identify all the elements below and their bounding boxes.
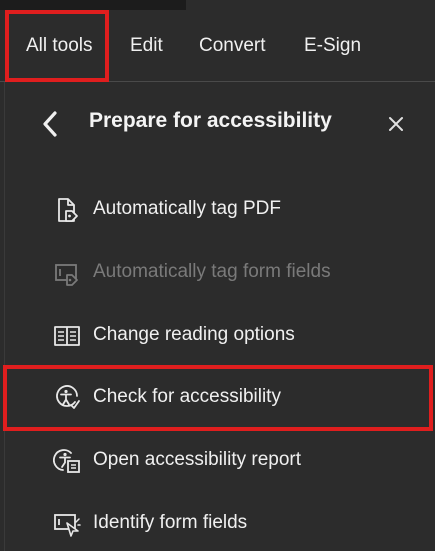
reading-options-icon	[54, 326, 80, 346]
all-tools-highlight-box	[5, 10, 109, 82]
tool-auto-tag-form-fields: Automatically tag form fields	[0, 246, 435, 300]
panel-title: Prepare for accessibility	[89, 109, 332, 132]
back-button[interactable]	[36, 108, 64, 140]
tool-label: Open accessibility report	[93, 449, 302, 470]
tool-label: Change reading options	[93, 324, 295, 345]
tool-label: Identify form fields	[93, 512, 248, 533]
tool-label: Automatically tag form fields	[93, 261, 331, 282]
tool-auto-tag-pdf[interactable]: Automatically tag PDF	[0, 183, 435, 237]
panel-header: Prepare for accessibility	[0, 82, 435, 166]
tab-esign[interactable]: E-Sign	[304, 10, 361, 82]
tool-label: Automatically tag PDF	[93, 198, 281, 219]
auto-tag-form-fields-icon	[55, 264, 78, 286]
close-icon	[389, 117, 403, 131]
top-strip	[0, 0, 186, 10]
tool-change-reading-options[interactable]: Change reading options	[0, 309, 435, 363]
check-accessibility-highlight-box	[3, 365, 433, 431]
accessibility-report-icon	[53, 449, 80, 473]
chevron-left-icon	[43, 111, 57, 137]
tool-open-accessibility-report[interactable]: Open accessibility report	[0, 434, 435, 488]
tab-edit[interactable]: Edit	[130, 10, 163, 82]
close-button[interactable]	[384, 112, 408, 136]
identify-form-fields-icon	[54, 514, 81, 537]
tool-identify-form-fields[interactable]: Identify form fields	[0, 497, 435, 551]
auto-tag-pdf-icon	[58, 198, 78, 222]
tools-panel-page: All tools Edit Convert E-Sign Prepare fo…	[0, 0, 435, 551]
tab-convert[interactable]: Convert	[199, 10, 266, 82]
